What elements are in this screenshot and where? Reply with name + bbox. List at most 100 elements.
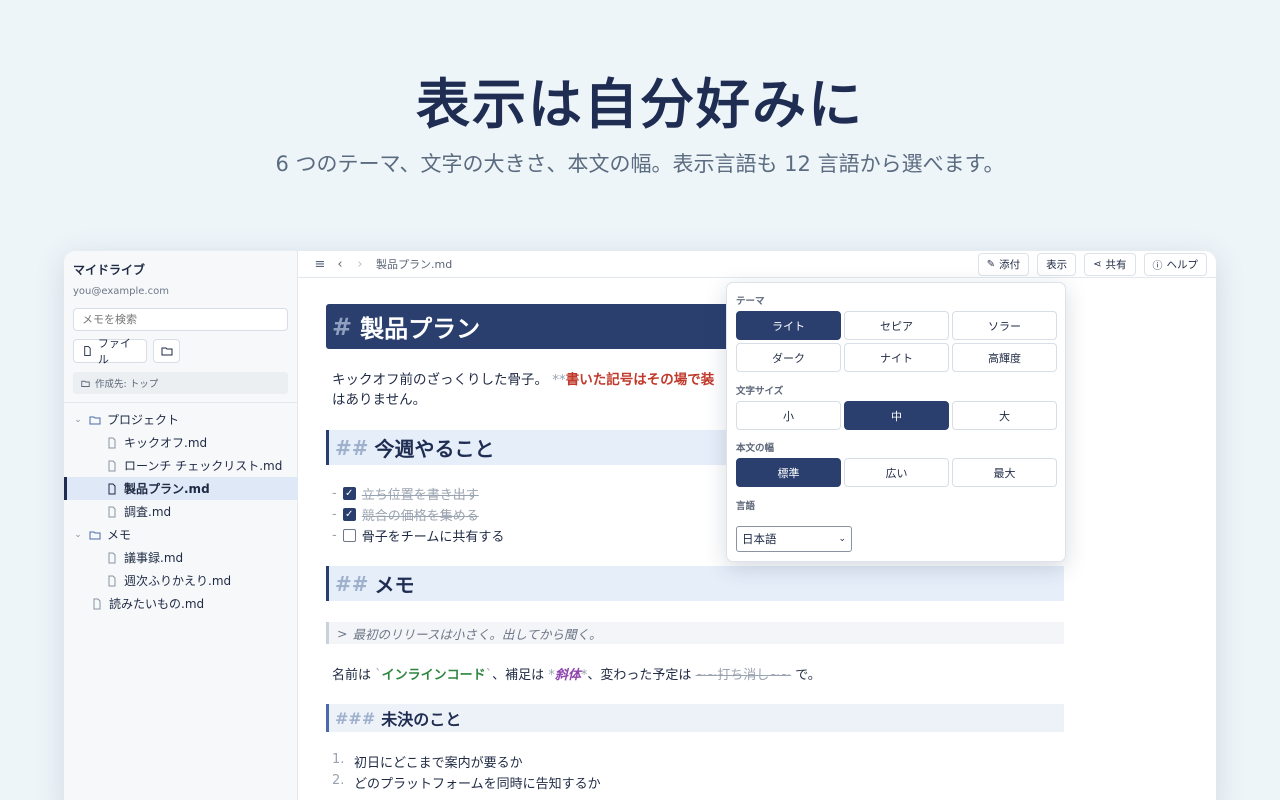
- share-label: 共有: [1105, 259, 1127, 271]
- paragraph: キックオフ前のざっくりした骨子。 **書いた記号はその場で装 はありません。: [332, 370, 732, 410]
- search-input[interactable]: [73, 308, 288, 331]
- tree-item-label: メモ: [107, 528, 132, 542]
- theme-option-sepia[interactable]: セピア: [844, 311, 949, 340]
- hero-subtitle: 6 つのテーマ、文字の大きさ、本文の幅。表示言語も 12 言語から選べます。: [275, 152, 1005, 176]
- font-size-label: 文字サイズ: [736, 386, 784, 397]
- folder-icon: [89, 531, 101, 539]
- quote-text: 最初のリリースは小さく。出してから聞く。: [352, 626, 602, 642]
- tree-item-label: 議事録.md: [124, 551, 184, 565]
- paragraph-cont: はありません。: [332, 392, 427, 408]
- tree-item-label: 週次ふりかえり.md: [124, 574, 232, 588]
- folder-icon: [89, 416, 101, 424]
- hero-title: 表示は自分好みに: [416, 73, 864, 136]
- heading-2: ## メモ: [326, 566, 1064, 601]
- task-item: - 骨子をチームに共有する: [332, 526, 504, 545]
- file-icon: [108, 483, 116, 494]
- tree-file-launch-checklist[interactable]: ローンチ チェックリスト.md: [64, 454, 298, 477]
- body-width-options: 標準 広い 最大: [736, 458, 1057, 487]
- menu-icon[interactable]: ≡: [310, 257, 330, 272]
- new-folder-button[interactable]: [153, 339, 180, 363]
- drive-title: マイドライブ: [73, 263, 146, 277]
- tree-item-label: 読みたいもの.md: [109, 597, 205, 611]
- highlight-text: 書いた記号はその場で装: [565, 372, 715, 388]
- tree-item-label: 調査.md: [124, 505, 172, 519]
- font-size-medium[interactable]: 中: [844, 401, 949, 430]
- list-dash: -: [332, 507, 337, 522]
- task-checkbox[interactable]: ✓: [342, 487, 356, 500]
- new-file-button[interactable]: ファイル: [73, 337, 147, 366]
- theme-option-light[interactable]: ライト: [736, 311, 841, 340]
- share-button[interactable]: ⋖ 共有: [1084, 253, 1136, 276]
- sidebar: マイドライブ you@example.com ファイル 作成先: トップ ⌄ プ…: [64, 251, 298, 800]
- task-text: 骨子をチームに共有する: [361, 530, 505, 545]
- width-max[interactable]: 最大: [952, 458, 1057, 487]
- body-width-label: 本文の幅: [736, 443, 775, 454]
- theme-option-solar[interactable]: ソラー: [952, 311, 1057, 340]
- list-text: 初日にどこまで案内が要るか: [354, 756, 523, 771]
- tree-file-minutes[interactable]: 議事録.md: [64, 546, 298, 569]
- paragraph-text: キックオフ前のざっくりした骨子。: [332, 372, 548, 388]
- back-arrow-icon[interactable]: ‹: [330, 257, 350, 272]
- tree-file-weekly-retro[interactable]: 週次ふりかえり.md: [64, 569, 298, 592]
- chevron-down-icon: ⌄: [838, 534, 846, 544]
- font-size-small[interactable]: 小: [736, 401, 841, 430]
- heading-text: 未決のこと: [381, 710, 462, 729]
- inline-text: 、変わった予定は: [587, 668, 692, 683]
- file-icon: [84, 345, 91, 357]
- forward-arrow-icon[interactable]: ›: [350, 257, 370, 272]
- language-select[interactable]: 日本語 ⌄: [736, 526, 852, 552]
- heading-3: ### 未決のこと: [326, 704, 1064, 732]
- file-icon: [108, 460, 116, 471]
- heading-marker: ##: [335, 571, 369, 596]
- quote-marker: >: [337, 625, 348, 641]
- heading-text: 製品プラン: [360, 315, 481, 343]
- list-text: どのプラットフォームを同時に告知するか: [354, 777, 601, 792]
- tree-file-product-plan[interactable]: 製品プラン.md: [64, 477, 298, 500]
- theme-option-high-contrast[interactable]: 高輝度: [952, 343, 1057, 372]
- task-checkbox[interactable]: ✓: [342, 508, 356, 521]
- font-size-large[interactable]: 大: [952, 401, 1057, 430]
- width-standard[interactable]: 標準: [736, 458, 841, 487]
- tree-file-kickoff[interactable]: キックオフ.md: [64, 431, 298, 454]
- tree-folder-project[interactable]: ⌄ プロジェクト: [64, 408, 298, 431]
- inline-code: インラインコード: [381, 668, 486, 683]
- strikethrough-text: ~~打ち消し~~: [695, 668, 792, 683]
- tree-file-research[interactable]: 調査.md: [64, 500, 298, 523]
- help-button[interactable]: ⓘ ヘルプ: [1143, 253, 1207, 276]
- folder-icon: [161, 347, 172, 356]
- heading-marker: #: [332, 312, 353, 341]
- list-dash: -: [332, 486, 337, 501]
- file-icon: [108, 575, 116, 586]
- paperclip-icon: ✎: [986, 259, 996, 270]
- tree-folder-memo[interactable]: ⌄ メモ: [64, 523, 298, 546]
- view-label: 表示: [1046, 259, 1068, 271]
- toolbar-buttons: ✎ 添付 表示 ⋖ 共有 ⓘ ヘルプ: [977, 253, 1207, 276]
- width-wide[interactable]: 広い: [844, 458, 949, 487]
- tree-file-reading-list[interactable]: 読みたいもの.md: [64, 592, 298, 615]
- help-icon: ⓘ: [1152, 261, 1163, 272]
- folder-icon: [81, 380, 90, 387]
- list-dash: -: [332, 528, 337, 543]
- inline-text: 、補足は: [492, 668, 545, 683]
- view-button[interactable]: 表示: [1037, 253, 1077, 276]
- attach-button[interactable]: ✎ 添付: [977, 253, 1030, 276]
- chevron-down-icon[interactable]: ⌄: [73, 415, 83, 425]
- task-item: - ✓ 立ち位置を書き出す: [332, 484, 479, 503]
- inline-text: で。: [795, 668, 821, 683]
- task-checkbox[interactable]: [342, 529, 356, 542]
- tree-item-label: キックオフ.md: [124, 436, 208, 450]
- breadcrumb: 製品プラン.md: [376, 258, 453, 271]
- theme-label: テーマ: [736, 296, 765, 307]
- editor-toolbar: ≡ ‹ › 製品プラン.md ✎ 添付 表示 ⋖ 共有 ⓘ ヘルプ: [298, 251, 1216, 278]
- theme-option-night[interactable]: ナイト: [844, 343, 949, 372]
- heading-marker: ###: [335, 708, 376, 728]
- new-file-label: ファイル: [97, 337, 131, 366]
- heading-marker: ##: [335, 435, 369, 460]
- theme-option-dark[interactable]: ダーク: [736, 343, 841, 372]
- task-text: 立ち位置を書き出す: [361, 488, 479, 503]
- chevron-down-icon[interactable]: ⌄: [73, 530, 83, 540]
- file-icon: [93, 598, 101, 609]
- tree-item-label: 製品プラン.md: [124, 482, 210, 496]
- bold-marker: **: [552, 372, 566, 388]
- font-size-options: 小 中 大: [736, 401, 1057, 430]
